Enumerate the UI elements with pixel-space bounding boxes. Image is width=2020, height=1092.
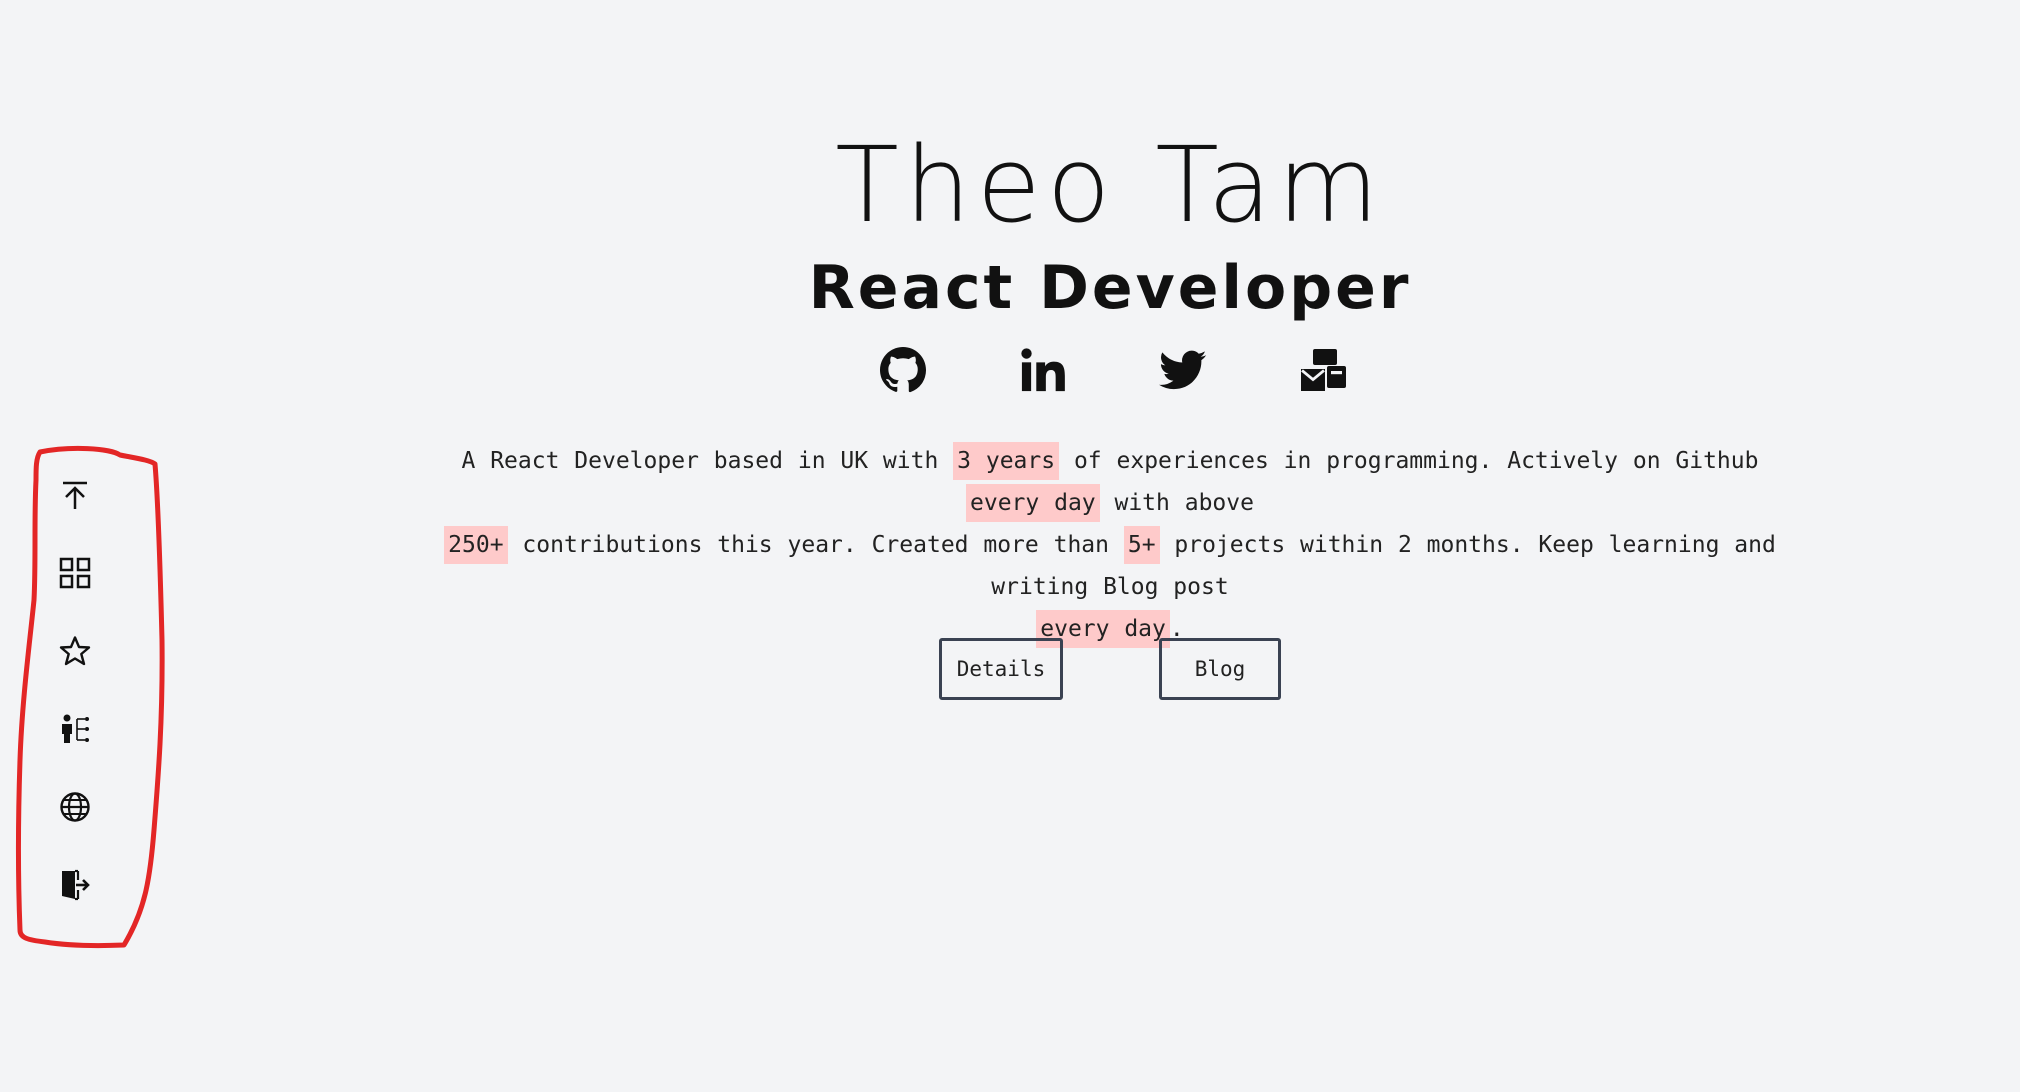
linkedin-icon — [1021, 348, 1065, 392]
email-link[interactable] — [1295, 342, 1351, 398]
github-icon — [880, 347, 927, 393]
twitter-icon — [1159, 350, 1207, 390]
linkedin-link[interactable] — [1015, 342, 1071, 398]
bio-highlight: 5+ — [1123, 526, 1160, 564]
bio-highlight: 250+ — [444, 526, 508, 564]
social-links — [875, 342, 1346, 398]
bio-text-part: with above — [1099, 490, 1254, 516]
language-button[interactable] — [50, 782, 100, 832]
star-icon — [59, 636, 91, 666]
person-tree-icon — [62, 714, 89, 743]
bio-text-part: of experiences in programming. Actively … — [1059, 448, 1759, 474]
hero-name: Theo Tam — [835, 124, 1385, 246]
bio-text-part: contributions this year. Created more th… — [507, 532, 1124, 558]
bio-text-part: A React Developer based in UK with — [461, 448, 954, 474]
hero-buttons: Details Blog — [420, 638, 1800, 708]
experience-button[interactable] — [50, 704, 100, 754]
exit-door-icon — [62, 869, 90, 901]
github-link[interactable] — [875, 342, 931, 398]
bio-highlight: every day — [966, 484, 1100, 522]
bio-text: A React Developer based in UK with 3 yea… — [420, 440, 1800, 650]
logout-button[interactable] — [50, 860, 100, 910]
favorites-button[interactable] — [50, 626, 100, 676]
projects-button[interactable] — [50, 548, 100, 598]
twitter-link[interactable] — [1155, 342, 1211, 398]
mail-icon — [1301, 349, 1346, 391]
grid-icon — [59, 557, 91, 589]
scroll-to-top-button[interactable] — [50, 470, 100, 520]
details-button[interactable]: Details — [939, 638, 1063, 700]
blog-button[interactable]: Blog — [1159, 638, 1281, 700]
scroll-to-top-icon — [63, 481, 87, 509]
globe-icon — [60, 792, 90, 822]
hero-role: React Developer — [808, 253, 1412, 323]
bio-highlight: 3 years — [953, 442, 1060, 480]
